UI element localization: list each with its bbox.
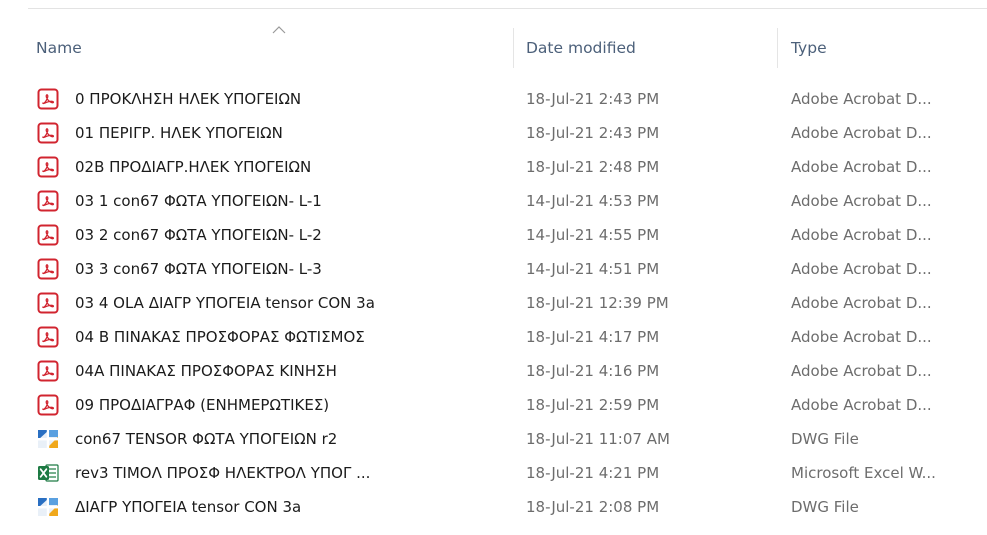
file-date-modified: 18-Jul-21 11:07 AM [526, 430, 670, 448]
file-type: Adobe Acrobat D... [791, 260, 932, 278]
file-list: 0 ΠΡΟΚΛΗΣΗ ΗΛΕΚ ΥΠΟΓΕΙΩΝ 18-Jul-21 2:43 P… [0, 82, 987, 524]
file-row[interactable]: 09 ΠΡΟΔΙΑΓΡΑΦ (ΕΝΗΜΕΡΩΤΙΚΕΣ) 18-Jul-21 2:… [0, 388, 987, 422]
file-name[interactable]: ΔΙΑΓΡ ΥΠΟΓΕΙΑ tensor CON 3a [75, 490, 301, 524]
file-row[interactable]: 03 1 con67 ΦΩΤΑ ΥΠΟΓΕΙΩΝ- L-1 14-Jul-21 4… [0, 184, 987, 218]
file-date-modified: 14-Jul-21 4:53 PM [526, 192, 660, 210]
column-header-type[interactable]: Type [791, 28, 987, 68]
file-type: Adobe Acrobat D... [791, 362, 932, 380]
file-name[interactable]: 03 2 con67 ΦΩΤΑ ΥΠΟΓΕΙΩΝ- L-2 [75, 218, 322, 252]
file-type: Adobe Acrobat D... [791, 158, 932, 176]
file-row[interactable]: 01 ΠΕΡΙΓΡ. ΗΛΕΚ ΥΠΟΓΕΙΩΝ 18-Jul-21 2:43 P… [0, 116, 987, 150]
file-name[interactable]: 01 ΠΕΡΙΓΡ. ΗΛΕΚ ΥΠΟΓΕΙΩΝ [75, 116, 283, 150]
file-type: Adobe Acrobat D... [791, 328, 932, 346]
file-row[interactable]: 04Α ΠΙΝΑΚΑΣ ΠΡΟΣΦΟΡΑΣ ΚΙΝΗΣΗ 18-Jul-21 4:… [0, 354, 987, 388]
excel-icon [37, 462, 59, 484]
dwg-icon [37, 496, 59, 518]
file-name[interactable]: 02Β ΠΡΟΔΙΑΓΡ.ΗΛΕΚ ΥΠΟΓΕΙΩΝ [75, 150, 311, 184]
file-row[interactable]: ΔΙΑΓΡ ΥΠΟΓΕΙΑ tensor CON 3a 18-Jul-21 2:0… [0, 490, 987, 524]
file-type: Adobe Acrobat D... [791, 226, 932, 244]
file-date-modified: 18-Jul-21 4:16 PM [526, 362, 660, 380]
file-type: Adobe Acrobat D... [791, 396, 932, 414]
file-date-modified: 18-Jul-21 12:39 PM [526, 294, 669, 312]
file-row[interactable]: 03 4 OLA ΔΙΑΓΡ ΥΠΟΓΕΙΑ tensor CON 3a 18-J… [0, 286, 987, 320]
file-row[interactable]: 0 ΠΡΟΚΛΗΣΗ ΗΛΕΚ ΥΠΟΓΕΙΩΝ 18-Jul-21 2:43 P… [0, 82, 987, 116]
file-name[interactable]: 03 1 con67 ΦΩΤΑ ΥΠΟΓΕΙΩΝ- L-1 [75, 184, 322, 218]
file-name[interactable]: 09 ΠΡΟΔΙΑΓΡΑΦ (ΕΝΗΜΕΡΩΤΙΚΕΣ) [75, 388, 329, 422]
file-type: Adobe Acrobat D... [791, 192, 932, 210]
column-header-row: Name Date modified Type [0, 28, 987, 68]
pdf-icon [37, 88, 59, 110]
file-row[interactable]: 04 Β ΠΙΝΑΚΑΣ ΠΡΟΣΦΟΡΑΣ ΦΩΤΙΣΜΟΣ 18-Jul-21… [0, 320, 987, 354]
dwg-icon [37, 428, 59, 450]
top-divider [28, 8, 987, 9]
file-name[interactable]: 04 Β ΠΙΝΑΚΑΣ ΠΡΟΣΦΟΡΑΣ ΦΩΤΙΣΜΟΣ [75, 320, 365, 354]
pdf-icon [37, 190, 59, 212]
file-date-modified: 18-Jul-21 2:43 PM [526, 90, 660, 108]
pdf-icon [37, 122, 59, 144]
file-type: Adobe Acrobat D... [791, 124, 932, 142]
file-row[interactable]: rev3 ΤΙΜΟΛ ΠΡΟΣΦ ΗΛΕΚΤΡΟΛ ΥΠΟΓ ... 18-Jul… [0, 456, 987, 490]
file-date-modified: 14-Jul-21 4:51 PM [526, 260, 660, 278]
file-name[interactable]: 03 3 con67 ΦΩΤΑ ΥΠΟΓΕΙΩΝ- L-3 [75, 252, 322, 286]
pdf-icon [37, 360, 59, 382]
file-type: Adobe Acrobat D... [791, 294, 932, 312]
column-header-date-modified[interactable]: Date modified [526, 28, 776, 68]
pdf-icon [37, 156, 59, 178]
pdf-icon [37, 224, 59, 246]
file-type: DWG File [791, 430, 859, 448]
file-row[interactable]: 02Β ΠΡΟΔΙΑΓΡ.ΗΛΕΚ ΥΠΟΓΕΙΩΝ 18-Jul-21 2:48… [0, 150, 987, 184]
file-date-modified: 18-Jul-21 4:17 PM [526, 328, 660, 346]
file-name[interactable]: 0 ΠΡΟΚΛΗΣΗ ΗΛΕΚ ΥΠΟΓΕΙΩΝ [75, 82, 301, 116]
file-date-modified: 14-Jul-21 4:55 PM [526, 226, 660, 244]
column-header-name[interactable]: Name [36, 28, 511, 68]
pdf-icon [37, 258, 59, 280]
column-resize-handle-date[interactable] [777, 28, 778, 68]
file-name[interactable]: con67 TENSOR ΦΩΤΑ ΥΠΟΓΕΙΩΝ r2 [75, 422, 337, 456]
file-row[interactable]: 03 3 con67 ΦΩΤΑ ΥΠΟΓΕΙΩΝ- L-3 14-Jul-21 4… [0, 252, 987, 286]
file-date-modified: 18-Jul-21 2:43 PM [526, 124, 660, 142]
file-type: Adobe Acrobat D... [791, 90, 932, 108]
file-name[interactable]: 04Α ΠΙΝΑΚΑΣ ΠΡΟΣΦΟΡΑΣ ΚΙΝΗΣΗ [75, 354, 337, 388]
pdf-icon [37, 292, 59, 314]
file-date-modified: 18-Jul-21 4:21 PM [526, 464, 660, 482]
column-resize-handle-name[interactable] [513, 28, 514, 68]
file-date-modified: 18-Jul-21 2:08 PM [526, 498, 660, 516]
pdf-icon [37, 394, 59, 416]
file-date-modified: 18-Jul-21 2:59 PM [526, 396, 660, 414]
file-date-modified: 18-Jul-21 2:48 PM [526, 158, 660, 176]
file-name[interactable]: rev3 ΤΙΜΟΛ ΠΡΟΣΦ ΗΛΕΚΤΡΟΛ ΥΠΟΓ ... [75, 456, 370, 490]
file-type: Microsoft Excel W... [791, 464, 936, 482]
pdf-icon [37, 326, 59, 348]
file-type: DWG File [791, 498, 859, 516]
file-row[interactable]: 03 2 con67 ΦΩΤΑ ΥΠΟΓΕΙΩΝ- L-2 14-Jul-21 4… [0, 218, 987, 252]
file-name[interactable]: 03 4 OLA ΔΙΑΓΡ ΥΠΟΓΕΙΑ tensor CON 3a [75, 286, 375, 320]
file-row[interactable]: con67 TENSOR ΦΩΤΑ ΥΠΟΓΕΙΩΝ r2 18-Jul-21 1… [0, 422, 987, 456]
